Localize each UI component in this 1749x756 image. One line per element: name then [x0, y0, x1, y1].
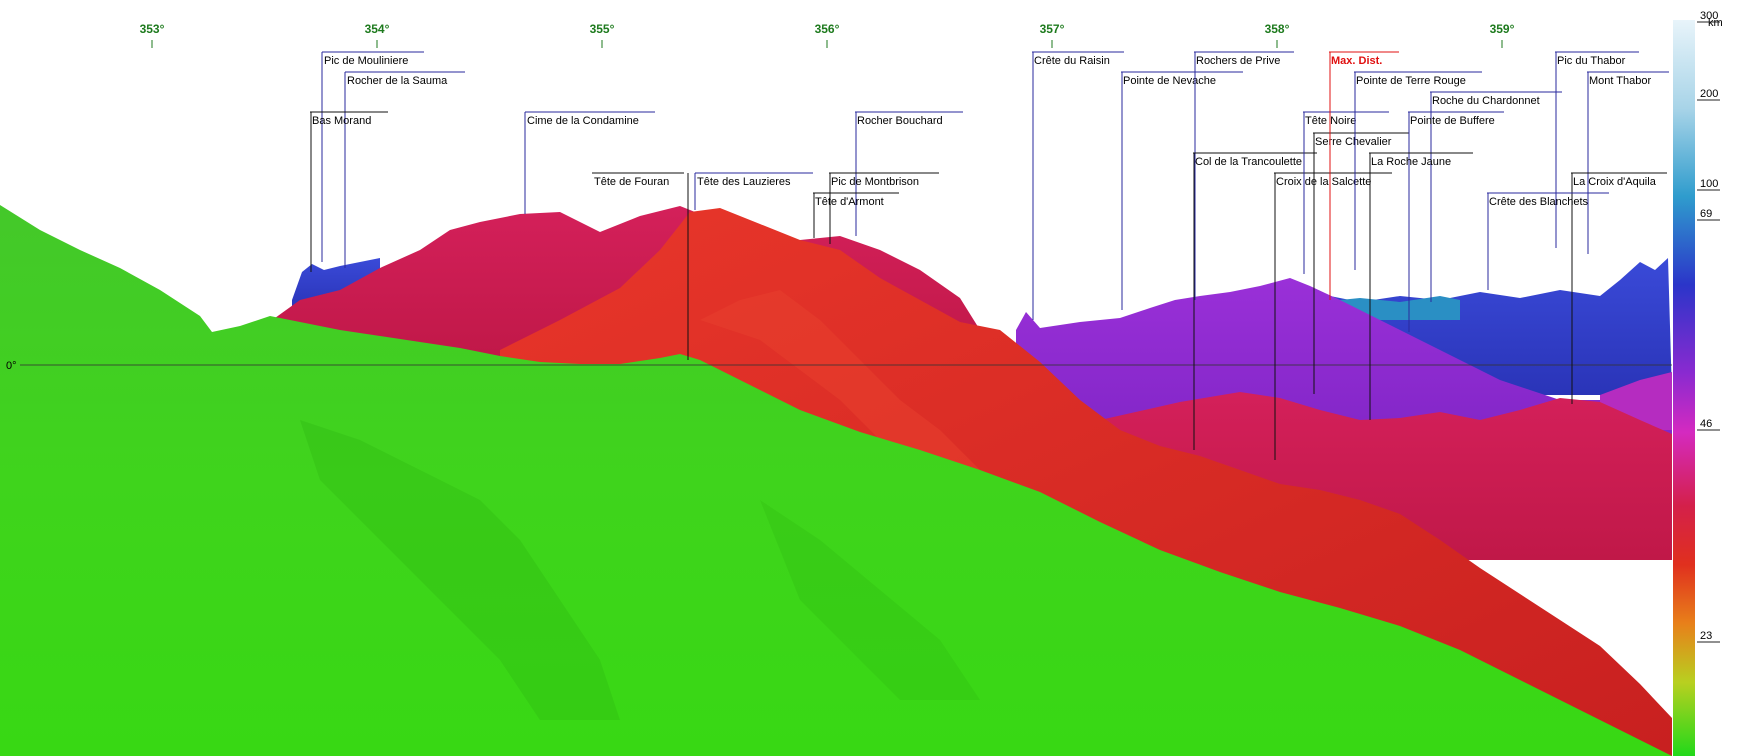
peak-name: Tête d'Armont [815, 196, 884, 208]
peak-name: Rochers de Prive [1196, 55, 1280, 67]
bearing-label: 356° [815, 22, 840, 36]
distance-scale-tick-label: 23 [1700, 630, 1712, 642]
distance-scale-tick-label: 46 [1700, 418, 1712, 430]
peak-name: Rocher de la Sauma [347, 75, 448, 87]
distance-scale-tick-label: 100 [1700, 178, 1718, 190]
bearing-label: 353° [140, 22, 165, 36]
bearing-axis: 353° 354° 355° 356° 357° 358° 359° [140, 22, 1515, 48]
distance-scale: km 300200100694623 [1673, 10, 1723, 756]
distance-scale-tick-label: 200 [1700, 88, 1718, 100]
peak-label: Pointe de Nevache [1121, 71, 1243, 310]
bearing-label: 358° [1265, 22, 1290, 36]
peak-name: Mont Thabor [1589, 75, 1652, 87]
peak-name: Pic de Mouliniere [324, 55, 408, 67]
distance-scale-bar [1673, 20, 1695, 756]
peak-label: Tête des Lauzieres [694, 172, 813, 210]
bearing-label: 357° [1040, 22, 1065, 36]
bearing-label: 359° [1490, 22, 1515, 36]
peak-label: Crête des Blanchets [1487, 192, 1609, 290]
distance-scale-tick-label: 69 [1700, 208, 1712, 220]
peak-name: Bas Morand [312, 115, 371, 127]
peak-label: Pic de Montbrison [829, 172, 939, 244]
bearing-label: 355° [590, 22, 615, 36]
peak-name: La Croix d'Aquila [1573, 176, 1657, 188]
peak-name: Pointe de Buffere [1410, 115, 1495, 127]
panorama-view[interactable]: 0° 353° 354° 355° 356° 357° 358° 359° Pic de M… [0, 0, 1749, 756]
peak-name: Roche du Chardonnet [1432, 95, 1540, 107]
peak-name: Pic du Thabor [1557, 55, 1626, 67]
peak-name: Croix de la Salcette [1276, 176, 1371, 188]
peak-name: Tête Noire [1305, 115, 1356, 127]
peak-name: Cime de la Condamine [527, 115, 639, 127]
peak-label: Crête du Raisin [1032, 51, 1124, 320]
distance-scale-tick-label: 300 [1700, 10, 1718, 22]
peak-name: Crête du Raisin [1034, 55, 1110, 67]
peak-label: Cime de la Condamine [524, 111, 655, 214]
peak-name: Tête des Lauzieres [697, 176, 791, 188]
horizon-label: 0° [6, 360, 17, 372]
peak-label: Mont Thabor [1587, 71, 1669, 254]
peak-name: Crête des Blanchets [1489, 196, 1589, 208]
peak-name: Rocher Bouchard [857, 115, 943, 127]
peak-name: Max. Dist. [1331, 55, 1382, 67]
peak-name: Serre Chevalier [1315, 136, 1392, 148]
peak-name: Col de la Trancoulette [1195, 156, 1302, 168]
terrain [0, 205, 1672, 756]
peak-name: La Roche Jaune [1371, 156, 1451, 168]
peak-name: Pointe de Terre Rouge [1356, 75, 1466, 87]
peak-name: Tête de Fouran [594, 176, 669, 188]
peak-name: Pic de Montbrison [831, 176, 919, 188]
bearing-label: 354° [365, 22, 390, 36]
peak-name: Pointe de Nevache [1123, 75, 1216, 87]
peak-label: Rocher Bouchard [855, 111, 963, 236]
